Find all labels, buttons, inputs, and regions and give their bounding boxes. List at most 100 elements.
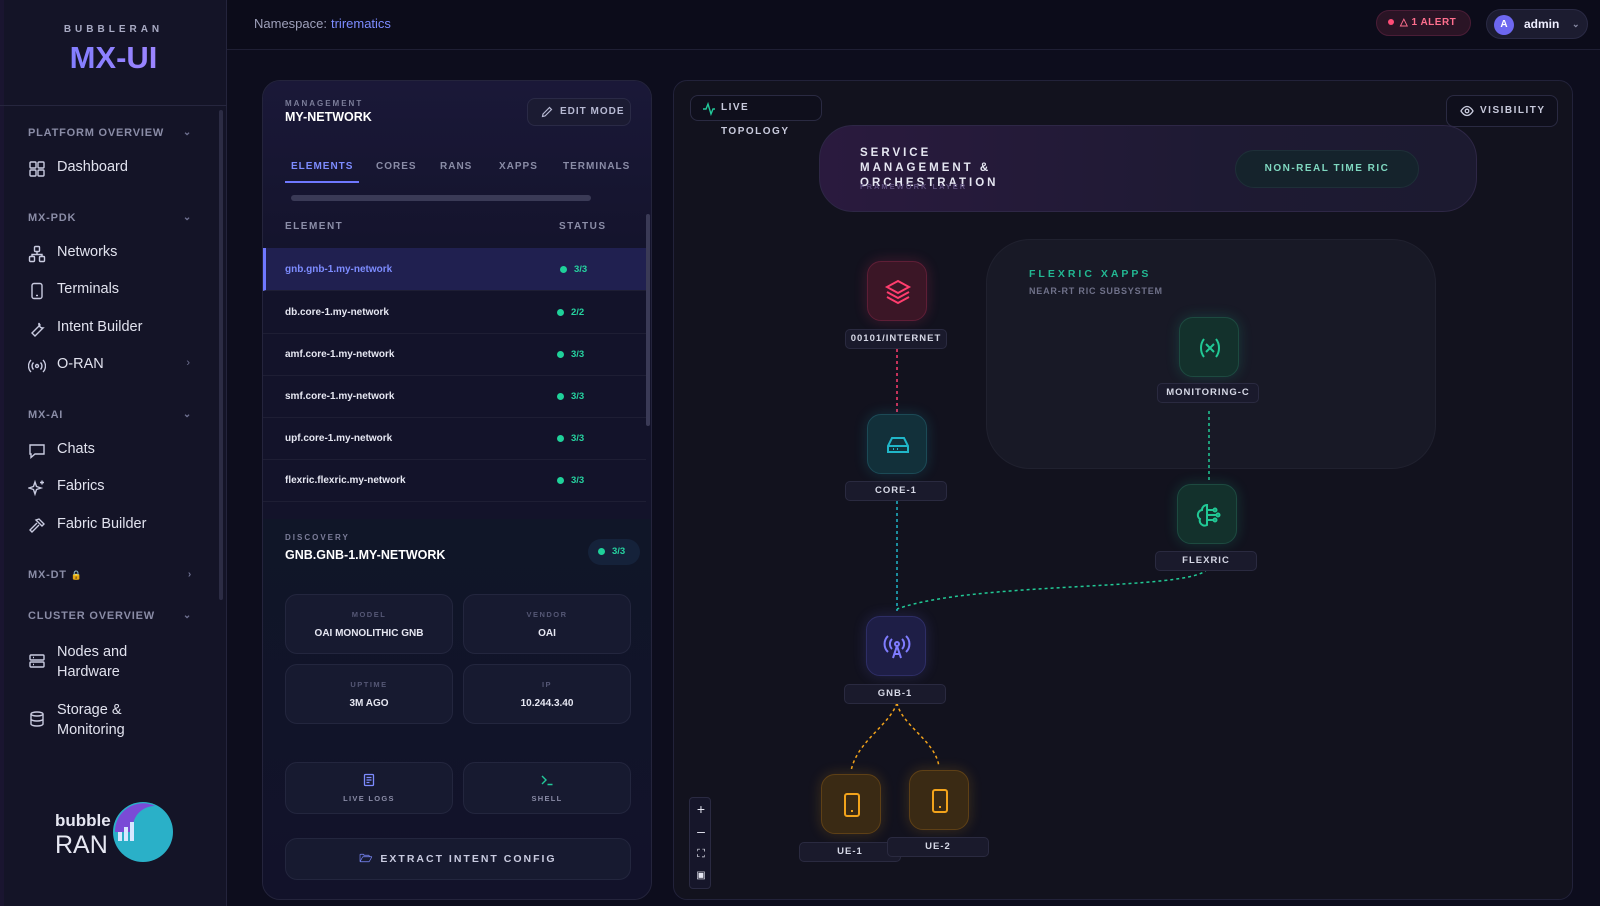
gnb-node-label: GNB-1 [844, 684, 946, 704]
sidebar-item-networks[interactable]: Networks [28, 244, 198, 263]
shell-label: SHELL [531, 794, 563, 803]
live-logs-button[interactable]: LIVE LOGS [285, 762, 453, 814]
ue1-node[interactable] [821, 774, 881, 834]
sidebar-item-intent-builder[interactable]: Intent Builder [28, 319, 198, 338]
sidebar-item-dashboard[interactable]: Dashboard [28, 159, 198, 178]
namespace-value[interactable]: trirematics [331, 16, 391, 31]
sidebar-item-label: Storage & Monitoring [57, 702, 125, 738]
tabs-horizontal-scrollbar[interactable] [285, 195, 631, 201]
table-row[interactable]: gnb.gnb-1.my-network 3/3 [263, 248, 646, 291]
scrollbar-thumb[interactable] [291, 195, 591, 201]
card-key: VENDOR [526, 610, 568, 619]
chevron-down-icon: ⌄ [182, 409, 192, 420]
ue2-node[interactable] [909, 770, 969, 830]
table-row[interactable]: flexric.flexric.my-network 3/3 [263, 459, 646, 502]
warning-icon: △ [1400, 17, 1412, 28]
monitoring-node-label: MONITORING-C [1157, 383, 1259, 403]
section-label: CLUSTER OVERVIEW [28, 610, 155, 622]
chevron-down-icon: ⌄ [182, 212, 192, 223]
table-scrollbar[interactable] [646, 214, 650, 514]
zoom-in-button[interactable]: + [690, 798, 712, 820]
brain-circuit-icon [1196, 503, 1221, 527]
alert-text: 1 ALERT [1411, 17, 1457, 28]
uptime-card: UPTIME 3M AGO [285, 664, 453, 724]
sidebar-item-o-ran[interactable]: O-RAN › [28, 356, 198, 375]
chevron-down-icon: ⌄ [1572, 19, 1580, 29]
table-row[interactable]: amf.core-1.my-network 3/3 [263, 333, 646, 376]
gnb-node[interactable] [866, 616, 926, 676]
sidebar-item-label: Intent Builder [57, 319, 143, 335]
tab-elements[interactable]: ELEMENTS [284, 161, 360, 183]
extract-intent-config-button[interactable]: 🗁 EXTRACT INTENT CONFIG [285, 838, 631, 880]
zoom-out-button[interactable]: – [690, 820, 712, 842]
chevron-right-icon: › [186, 357, 190, 369]
wrench-icon [31, 322, 45, 337]
sidebar-item-nodes-hardware[interactable]: Nodes and Hardware [28, 642, 198, 682]
edge-gnb-ue2 [896, 702, 940, 768]
alert-badge[interactable]: △ 1 ALERT [1376, 10, 1471, 36]
element-status: 3/3 [557, 391, 584, 402]
card-value: 10.244.3.40 [520, 698, 574, 709]
sidebar-item-storage-monitoring[interactable]: Storage & Monitoring [28, 700, 198, 740]
brand[interactable]: BUBBLERAN MX-UI [0, 0, 227, 106]
section-mx-pdk[interactable]: MX-PDK ⌄ [28, 212, 192, 224]
pencil-icon [541, 106, 553, 118]
user-menu[interactable]: Aadmin ⌄ [1486, 9, 1588, 39]
card-key: UPTIME [350, 680, 388, 689]
flexric-node[interactable] [1177, 484, 1237, 544]
brand-title: MX-UI [0, 40, 227, 76]
smartphone-icon [932, 789, 948, 813]
table-row[interactable]: upf.core-1.my-network 3/3 [263, 417, 646, 460]
fit-view-icon[interactable]: ⛶ [690, 843, 712, 865]
scrollbar-thumb[interactable] [646, 214, 650, 426]
sidebar-scrollbar[interactable] [219, 110, 223, 600]
card-key: MODEL [351, 610, 387, 619]
sidebar-item-label: Fabric Builder [57, 516, 147, 532]
section-mx-dt[interactable]: MX-DT 🔒 › [28, 569, 192, 581]
tab-cores[interactable]: CORES [376, 161, 417, 172]
element-status: 2/2 [557, 307, 584, 318]
sidebar-item-terminals[interactable]: Terminals [28, 281, 198, 300]
management-panel: MANAGEMENT MY-NETWORK EDIT MODE ELEMENTS… [262, 80, 652, 900]
tab-rans[interactable]: RANS [440, 161, 472, 172]
radio-tower-icon [883, 635, 911, 659]
section-platform-overview[interactable]: PLATFORM OVERVIEW ⌄ [28, 127, 192, 139]
edge-gnb-ue1 [850, 702, 898, 772]
tab-terminals[interactable]: TERMINALS [563, 161, 630, 172]
sidebar-item-chats[interactable]: Chats [28, 441, 198, 460]
section-mx-ai[interactable]: MX-AI ⌄ [28, 409, 192, 421]
dashboard-icon [29, 161, 45, 177]
topology-panel[interactable]: LIVE TOPOLOGY VISIBILITY SERVICE MANAGEM… [673, 80, 1573, 900]
element-name: upf.core-1.my-network [285, 433, 393, 444]
lock-icon[interactable]: ▣ [690, 865, 712, 887]
alert-dot [1388, 19, 1394, 26]
internet-node[interactable] [867, 261, 927, 321]
section-cluster-overview[interactable]: CLUSTER OVERVIEW ⌄ [28, 610, 192, 622]
edit-mode-button[interactable]: EDIT MODE [527, 98, 631, 126]
model-card: MODEL OAI MONOLITHIC GNB [285, 594, 453, 654]
element-name: amf.core-1.my-network [285, 349, 395, 360]
terminals-icon [31, 282, 43, 300]
sidebar-item-label: Chats [57, 441, 95, 457]
card-key: IP [541, 680, 553, 689]
element-status: 3/3 [557, 349, 584, 360]
table-row[interactable]: smf.core-1.my-network 3/3 [263, 375, 646, 418]
namespace-selector[interactable]: Namespace: trirematics [254, 16, 391, 31]
column-header-element: ELEMENT [285, 221, 344, 232]
sidebar-item-fabrics[interactable]: Fabrics [28, 478, 198, 497]
table-row[interactable]: db.core-1.my-network 2/2 [263, 291, 646, 334]
avatar: A [1494, 15, 1514, 35]
chevron-down-icon: ⌄ [182, 127, 192, 138]
sidebar-item-fabric-builder[interactable]: Fabric Builder [28, 516, 198, 535]
shell-button[interactable]: SHELL [463, 762, 631, 814]
live-logs-label: LIVE LOGS [343, 794, 395, 803]
monitoring-node[interactable] [1179, 317, 1239, 377]
ue2-node-label: UE-2 [887, 837, 989, 857]
core-node[interactable] [867, 414, 927, 474]
sidebar-item-label: Terminals [57, 281, 120, 297]
element-name: db.core-1.my-network [285, 307, 389, 318]
chevron-down-icon: ⌄ [182, 610, 192, 621]
tab-xapps[interactable]: XAPPS [499, 161, 538, 172]
sidebar-item-label: Fabrics [57, 478, 105, 494]
discovery-title: GNB.GNB-1.MY-NETWORK [285, 548, 446, 562]
